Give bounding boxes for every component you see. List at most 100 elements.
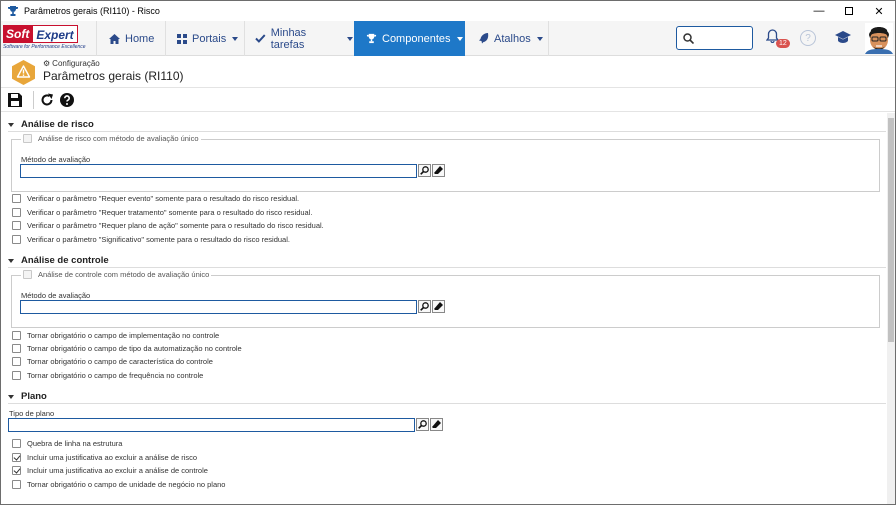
nav-home-label: Home [125, 32, 155, 45]
control-method-clear-button[interactable] [432, 300, 445, 313]
risk-check-treatment-label: Verificar o parâmetro "Requer tratamento… [27, 208, 313, 217]
help-button[interactable] [59, 92, 75, 108]
risk-check-significant-label: Verificar o parâmetro "Significativo" so… [27, 235, 290, 244]
help-icon[interactable]: ? [800, 30, 816, 46]
breadcrumb[interactable]: ⚙ Configuração [43, 59, 100, 68]
top-navbar: Soft Expert Software for Performance Exce… [1, 21, 895, 56]
nav-atalhos-label: Atalhos [494, 32, 531, 45]
plan-check-business-unit-label: Tornar obrigatório o campo de unidade de… [27, 480, 226, 489]
checkbox-box[interactable] [12, 344, 21, 353]
eraser-icon [432, 420, 441, 428]
softexpert-logo[interactable]: Soft Expert Software for Performance Exce… [3, 25, 93, 51]
control-check-automation[interactable]: Tornar obrigatório o campo de tipo da au… [12, 344, 242, 353]
nav-portais[interactable]: Portais [166, 21, 244, 56]
plan-type-search-button[interactable] [416, 418, 429, 431]
trophy-icon [5, 3, 21, 19]
control-check-frequency[interactable]: Tornar obrigatório o campo de frequência… [12, 371, 203, 380]
plan-check-business-unit[interactable]: Tornar obrigatório o campo de unidade de… [12, 480, 225, 489]
plan-check-justify-risk-label: Incluir uma justificativa ao excluir a a… [27, 453, 198, 462]
plan-type-clear-button[interactable] [430, 418, 443, 431]
control-check-characteristic-label: Tornar obrigatório o campo de caracterís… [27, 357, 213, 366]
page-header: ⚙ Configuração Parâmetros gerais (RI110) [1, 56, 895, 88]
risk-check-event[interactable]: Verificar o parâmetro "Requer evento" so… [12, 194, 299, 203]
checkbox-box[interactable] [12, 208, 21, 217]
page-title: Parâmetros gerais (RI110) [43, 69, 184, 83]
nav-atalhos[interactable]: Atalhos [466, 21, 548, 56]
risk-method-label: Método de avaliação [21, 155, 91, 164]
control-method-label: Método de avaliação [21, 291, 91, 300]
nav-portais-label: Portais [192, 32, 227, 45]
checkbox-box[interactable] [12, 194, 21, 203]
control-check-characteristic[interactable]: Tornar obrigatório o campo de caracterís… [12, 357, 213, 366]
checkbox-box[interactable] [23, 270, 32, 279]
scrollbar-thumb[interactable] [888, 118, 894, 342]
maximize-icon[interactable] [834, 1, 864, 21]
risk-check-significant[interactable]: Verificar o parâmetro "Significativo" so… [12, 235, 290, 244]
risk-check-treatment[interactable]: Verificar o parâmetro "Requer tratamento… [12, 208, 312, 217]
toolbar [1, 88, 895, 112]
plan-type-label: Tipo de plano [9, 409, 55, 418]
risk-method-input[interactable] [20, 164, 417, 178]
control-check-implementation[interactable]: Tornar obrigatório o campo de implementa… [12, 331, 219, 340]
checkbox-box[interactable] [12, 453, 21, 462]
plan-check-justify-control-label: Incluir uma justificativa ao excluir a a… [27, 466, 208, 475]
notification-badge: 12 [776, 39, 790, 48]
breadcrumb-label: Configuração [52, 59, 100, 68]
trophy-icon [366, 33, 377, 44]
grid-icon [177, 33, 187, 44]
avatar[interactable] [865, 23, 893, 54]
plan-check-line-break[interactable]: Quebra de linha na estrutura [12, 439, 122, 448]
save-button[interactable] [7, 92, 23, 108]
checkbox-box[interactable] [12, 221, 21, 230]
checkbox-box[interactable] [12, 439, 21, 448]
risk-method-search-button[interactable] [418, 164, 431, 177]
checkbox-box[interactable] [12, 480, 21, 489]
control-check-frequency-label: Tornar obrigatório o campo de frequência… [27, 371, 204, 380]
risk-check-event-label: Verificar o parâmetro "Requer evento" so… [27, 194, 300, 203]
risk-check-action-plan[interactable]: Verificar o parâmetro "Requer plano de a… [12, 221, 324, 230]
logo-brand-part2: Expert [32, 25, 78, 43]
floppy-disk-icon [8, 93, 22, 107]
risk-method-clear-button[interactable] [432, 164, 445, 177]
nav-home[interactable]: Home [97, 21, 165, 56]
refresh-button[interactable] [39, 92, 55, 108]
nav-minhas-tarefas[interactable]: Minhas tarefas [245, 21, 353, 56]
check-icon [255, 34, 266, 43]
search-icon [683, 33, 694, 44]
rocket-icon [479, 33, 489, 44]
nav-minhas-tarefas-label: Minhas tarefas [270, 26, 307, 51]
search-input[interactable] [676, 26, 753, 50]
close-icon[interactable]: ✕ [864, 1, 894, 21]
search-icon [420, 302, 429, 311]
section-risk-analysis[interactable]: Análise de risco [8, 119, 94, 130]
checkbox-box[interactable] [12, 235, 21, 244]
control-check-automation-label: Tornar obrigatório o campo de tipo da au… [27, 344, 242, 353]
risk-single-method-label: Análise de risco com método de avaliação… [38, 134, 199, 143]
checkbox-box[interactable] [12, 331, 21, 340]
plan-type-input[interactable] [8, 418, 415, 432]
chevron-down-icon [347, 36, 353, 41]
plan-check-justify-control[interactable]: Incluir uma justificativa ao excluir a a… [12, 466, 208, 475]
home-icon [109, 33, 120, 44]
warning-hexagon-icon [12, 60, 35, 85]
checkbox-box[interactable] [12, 357, 21, 366]
caret-down-icon [8, 122, 14, 127]
form-content: Análise de risco Análise de risco com mé… [1, 113, 887, 504]
section-plan[interactable]: Plano [8, 391, 47, 402]
risk-single-method-checkbox[interactable]: Análise de risco com método de avaliação… [21, 134, 201, 143]
section-control-analysis[interactable]: Análise de controle [8, 255, 109, 266]
minimize-icon[interactable]: — [804, 1, 834, 21]
checkbox-box[interactable] [23, 134, 32, 143]
nav-componentes[interactable]: Componentes [354, 21, 465, 56]
plan-check-justify-risk[interactable]: Incluir uma justificativa ao excluir a a… [12, 453, 197, 462]
graduation-cap-icon[interactable] [835, 30, 851, 44]
nav-componentes-label: Componentes [382, 32, 451, 45]
control-single-method-checkbox[interactable]: Análise de controle com método de avalia… [21, 270, 212, 279]
checkbox-box[interactable] [12, 466, 21, 475]
checkbox-box[interactable] [12, 371, 21, 380]
caret-down-icon [8, 394, 14, 399]
control-method-search-button[interactable] [418, 300, 431, 313]
gear-icon: ⚙ [43, 59, 51, 68]
logo-tagline: Software for Performance Excellence [3, 44, 86, 50]
control-method-input[interactable] [20, 300, 417, 314]
